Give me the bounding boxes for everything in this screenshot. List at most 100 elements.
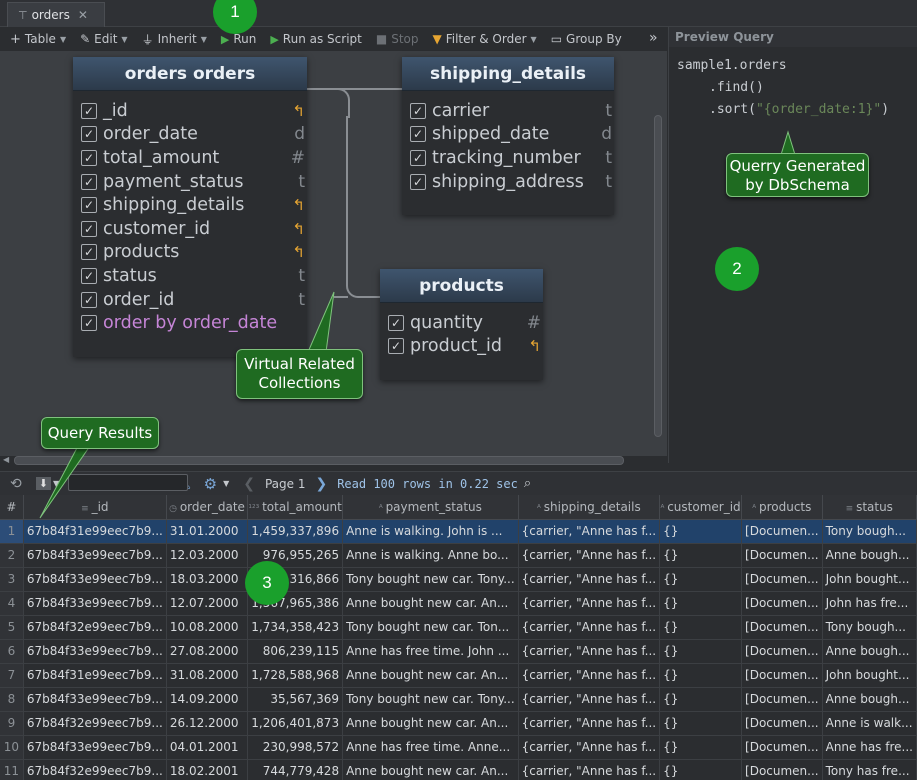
entity-orders[interactable]: orders orders ✓ _id ↰ ✓ order_date d ✓ total_am… bbox=[73, 57, 307, 357]
table-cell[interactable]: Tony bought new car. Tony... bbox=[342, 687, 519, 712]
table-cell[interactable]: {} bbox=[659, 615, 743, 640]
canvas-horizontal-scrollbar[interactable] bbox=[14, 456, 624, 465]
table-cell[interactable]: {} bbox=[659, 711, 743, 736]
row-number[interactable]: 4 bbox=[0, 591, 24, 616]
table-cell[interactable]: {} bbox=[659, 591, 743, 616]
table-cell[interactable]: 67b84f33e99eec7b9... bbox=[23, 591, 167, 616]
tab-orders[interactable]: ⊤ orders ✕ bbox=[7, 2, 105, 27]
table-cell[interactable]: 744,779,428 bbox=[247, 759, 344, 780]
table-cell[interactable]: {} bbox=[659, 663, 743, 688]
table-cell[interactable]: Tony bough... bbox=[822, 519, 917, 544]
field-row[interactable]: ✓ total_amount # bbox=[73, 146, 307, 170]
field-checkbox[interactable]: ✓ bbox=[410, 102, 426, 119]
table-cell[interactable]: {} bbox=[659, 759, 743, 780]
table-cell[interactable]: {carrier, "Anne has f... bbox=[518, 711, 661, 736]
table-row[interactable]: 11 67b84f32e99eec7b9... 18.02.2001 744,779,… bbox=[0, 759, 917, 780]
field-checkbox[interactable]: ✓ bbox=[81, 149, 97, 166]
field-row[interactable]: ✓ quantity # bbox=[380, 311, 543, 335]
field-row[interactable]: ✓ payment_status t bbox=[73, 170, 307, 194]
row-number[interactable]: 7 bbox=[0, 663, 24, 688]
table-row[interactable]: 6 67b84f33e99eec7b9... 27.08.2000 806,239,1… bbox=[0, 639, 917, 664]
table-cell[interactable]: 14.09.2000 bbox=[166, 687, 249, 712]
table-row[interactable]: 4 67b84f33e99eec7b9... 12.07.2000 1,567,965… bbox=[0, 591, 917, 616]
table-cell[interactable]: 67b84f32e99eec7b9... bbox=[23, 759, 167, 780]
field-checkbox[interactable]: ✓ bbox=[81, 197, 97, 214]
table-menu[interactable]: + Table ▼ bbox=[10, 32, 66, 47]
results-grid[interactable]: # ≡ _id ◷ order_date ¹²³ total_amount ᴬ paym… bbox=[0, 495, 917, 780]
table-cell[interactable]: {} bbox=[659, 639, 743, 664]
table-cell[interactable]: {carrier, "Anne has f... bbox=[518, 591, 661, 616]
field-checkbox[interactable]: ✓ bbox=[81, 102, 97, 119]
refresh-icon[interactable]: ⟲ bbox=[10, 476, 22, 492]
row-number[interactable]: 11 bbox=[0, 759, 24, 780]
table-cell[interactable]: [Documen... bbox=[741, 711, 823, 736]
table-cell[interactable]: 18.02.2001 bbox=[166, 759, 249, 780]
table-cell[interactable]: Tony bought new car. Ton... bbox=[342, 615, 519, 640]
column-header[interactable]: ¹²³ total_amount bbox=[247, 495, 344, 520]
table-cell[interactable]: {carrier, "Anne has f... bbox=[518, 735, 661, 760]
table-cell[interactable]: John has fre... bbox=[822, 591, 917, 616]
table-cell[interactable]: {} bbox=[659, 519, 743, 544]
table-cell[interactable]: [Documen... bbox=[741, 639, 823, 664]
field-row[interactable]: ✓ shipping_address t bbox=[402, 170, 614, 194]
table-cell[interactable]: 04.01.2001 bbox=[166, 735, 249, 760]
field-row[interactable]: ✓ _id ↰ bbox=[73, 99, 307, 123]
table-cell[interactable]: {carrier, "Anne has f... bbox=[518, 543, 661, 568]
field-row[interactable]: ✓ shipping_details ↰ bbox=[73, 193, 307, 217]
table-cell[interactable]: {carrier, "Anne has f... bbox=[518, 567, 661, 592]
row-number[interactable]: 2 bbox=[0, 543, 24, 568]
table-cell[interactable]: 67b84f33e99eec7b9... bbox=[23, 687, 167, 712]
table-row[interactable]: 7 67b84f31e99eec7b9... 31.08.2000 1,728,588… bbox=[0, 663, 917, 688]
table-cell[interactable]: John bought... bbox=[822, 567, 917, 592]
table-cell[interactable]: [Documen... bbox=[741, 615, 823, 640]
table-cell[interactable]: 35,567,369 bbox=[247, 687, 344, 712]
settings-icon[interactable]: ⚙ bbox=[204, 475, 217, 493]
column-header[interactable]: ≡ status bbox=[822, 495, 917, 520]
next-page-icon[interactable]: ❯ bbox=[315, 476, 327, 492]
table-cell[interactable]: [Documen... bbox=[741, 519, 823, 544]
inherit-menu[interactable]: ⏚ Inherit ▼ bbox=[142, 31, 207, 48]
field-checkbox[interactable]: ✓ bbox=[81, 244, 97, 261]
edit-menu[interactable]: ✎ Edit ▼ bbox=[80, 32, 127, 46]
chevron-down-icon[interactable]: ▼ bbox=[223, 479, 229, 488]
table-cell[interactable]: [Documen... bbox=[741, 687, 823, 712]
table-cell[interactable]: Anne has fre... bbox=[822, 735, 917, 760]
close-icon[interactable]: ✕ bbox=[78, 8, 88, 22]
table-row[interactable]: 8 67b84f33e99eec7b9... 14.09.2000 35,567,36… bbox=[0, 687, 917, 712]
table-cell[interactable]: [Documen... bbox=[741, 759, 823, 780]
run-button[interactable]: ▶ Run bbox=[221, 32, 256, 46]
row-number[interactable]: 5 bbox=[0, 615, 24, 640]
table-cell[interactable]: 1,734,358,423 bbox=[247, 615, 344, 640]
row-number[interactable]: 9 bbox=[0, 711, 24, 736]
table-cell[interactable]: 18.03.2000 bbox=[166, 567, 249, 592]
table-cell[interactable]: Anne has free time. John ... bbox=[342, 639, 519, 664]
table-cell[interactable]: {carrier, "Anne has f... bbox=[518, 687, 661, 712]
field-row[interactable]: ✓ customer_id ↰ bbox=[73, 217, 307, 241]
table-cell[interactable]: 67b84f33e99eec7b9... bbox=[23, 735, 167, 760]
row-number[interactable]: 1 bbox=[0, 519, 24, 544]
field-row[interactable]: ✓ tracking_number t bbox=[402, 146, 614, 170]
table-cell[interactable]: 26.12.2000 bbox=[166, 711, 249, 736]
table-cell[interactable]: Anne bought new car. An... bbox=[342, 759, 519, 780]
field-checkbox[interactable]: ✓ bbox=[81, 173, 97, 190]
table-cell[interactable]: {carrier, "Anne has f... bbox=[518, 519, 661, 544]
entity-shipping-details[interactable]: shipping_details ✓ carrier t ✓ shipped_date d… bbox=[402, 57, 614, 215]
table-cell[interactable]: 1,459,337,896 bbox=[247, 519, 344, 544]
column-header[interactable]: # bbox=[0, 495, 24, 520]
table-cell[interactable]: 67b84f33e99eec7b9... bbox=[23, 567, 167, 592]
canvas-vertical-scrollbar[interactable] bbox=[654, 115, 662, 437]
stop-button[interactable]: ■ Stop bbox=[376, 32, 419, 46]
table-cell[interactable]: Anne bough... bbox=[822, 687, 917, 712]
field-checkbox[interactable]: ✓ bbox=[81, 291, 97, 308]
table-cell[interactable]: Tony has fre... bbox=[822, 759, 917, 780]
table-cell[interactable]: 67b84f31e99eec7b9... bbox=[23, 663, 167, 688]
table-cell[interactable]: 67b84f32e99eec7b9... bbox=[23, 615, 167, 640]
filter-order-menu[interactable]: ▼ Filter & Order ▼ bbox=[432, 32, 536, 46]
column-header[interactable]: ᴬ customer_id bbox=[659, 495, 743, 520]
table-cell[interactable]: [Documen... bbox=[741, 735, 823, 760]
run-as-script-button[interactable]: ▶ Run as Script bbox=[270, 32, 362, 46]
column-header[interactable]: ᴬ products bbox=[741, 495, 823, 520]
table-cell[interactable]: 67b84f31e99eec7b9... bbox=[23, 519, 167, 544]
table-cell[interactable]: 67b84f33e99eec7b9... bbox=[23, 639, 167, 664]
row-number[interactable]: 10 bbox=[0, 735, 24, 760]
